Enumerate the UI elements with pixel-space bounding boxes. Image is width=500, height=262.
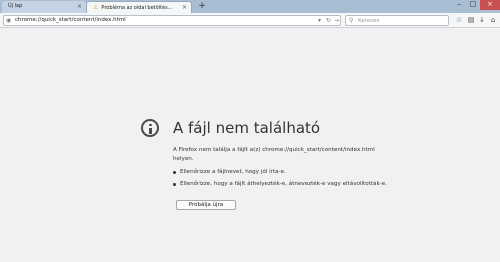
navigation-toolbar: ◉ chrome://quick_start/content/index.htm… [0, 13, 500, 28]
reload-icon[interactable]: ↻ [326, 16, 331, 25]
library-icon[interactable]: ▤ [466, 15, 476, 26]
new-tab-button[interactable]: + [196, 1, 208, 12]
error-title: A fájl nem található [173, 119, 321, 137]
close-tab-icon[interactable]: × [182, 2, 187, 13]
downloads-icon[interactable]: ↓ [477, 15, 487, 26]
list-item: Ellenőrizze a fájlnevet, hogy jól írta-e… [173, 168, 413, 176]
tab-label: Probléma az oldal betöltés... [101, 5, 173, 11]
search-icon: ⚲ [349, 17, 354, 24]
home-icon[interactable]: ⌂ [488, 15, 498, 26]
dropdown-arrow-icon[interactable]: ▾ [318, 16, 321, 25]
tab-new-tab[interactable]: Új lap × [2, 1, 86, 13]
bookmark-star-icon[interactable]: ☆ [454, 15, 464, 26]
tab-bar: Új lap × ⚠ Probléma az oldal betöltés... … [0, 0, 500, 13]
close-tab-icon[interactable]: × [77, 1, 82, 12]
suggestion-list: Ellenőrizze a fájlnevet, hogy jól írta-e… [173, 168, 413, 192]
url-bar[interactable]: ◉ chrome://quick_start/content/index.htm… [3, 15, 341, 26]
info-circle-icon [141, 119, 159, 137]
maximize-icon[interactable]: □ [466, 0, 480, 10]
warning-icon: ⚠ [93, 4, 99, 11]
url-text[interactable]: chrome://quick_start/content/index.html [15, 16, 126, 25]
forward-icon[interactable]: → [334, 16, 339, 25]
search-input[interactable] [358, 17, 446, 24]
list-item: Ellenőrizze, hogy a fájlt áthelyezték-e,… [173, 180, 413, 188]
tab-error-page[interactable]: ⚠ Probléma az oldal betöltés... × [86, 1, 192, 13]
search-box[interactable]: ⚲ [345, 15, 449, 26]
minimize-icon[interactable]: – [452, 0, 466, 10]
tab-label: Új lap [8, 3, 23, 9]
globe-icon: ◉ [6, 17, 12, 24]
retry-button[interactable]: Próbálja újra [176, 200, 236, 210]
error-description: A Firefox nem találja a fájlt a(z) chrom… [173, 147, 375, 162]
window-close-icon[interactable]: × [480, 0, 500, 10]
